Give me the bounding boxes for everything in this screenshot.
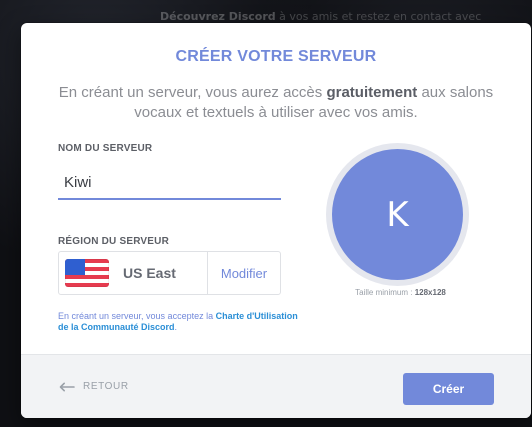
min-size-prefix: Taille minimum :: [355, 288, 415, 297]
modal-title: CRÉER VOTRE SERVEUR: [175, 48, 377, 65]
terms-text: En créant un serveur, vous acceptez la C…: [58, 311, 298, 333]
modal-footer: RETOUR Créer: [21, 354, 531, 418]
min-size-value: 128x128: [414, 288, 446, 297]
create-server-modal: CRÉER VOTRE SERVEUR En créant un serveur…: [21, 23, 531, 418]
terms-prefix: En créant un serveur, vous acceptez la: [58, 311, 216, 321]
back-button-label: RETOUR: [83, 381, 129, 392]
region-name: US East: [123, 265, 176, 281]
create-server-button[interactable]: Créer: [403, 373, 494, 405]
terms-suffix: .: [174, 322, 178, 332]
server-name-input[interactable]: [58, 166, 281, 200]
background-banner-bold: Découvrez Discord: [160, 10, 276, 23]
server-region-label: RÉGION DU SERVEUR: [58, 236, 170, 247]
back-button[interactable]: RETOUR: [59, 381, 129, 392]
arrow-left-icon: [59, 382, 75, 392]
icon-min-size-hint: Taille minimum : 128x128: [339, 288, 462, 297]
us-flag-icon: [65, 259, 109, 287]
server-icon-upload[interactable]: K: [326, 143, 469, 286]
subtitle-bold: gratuitement: [326, 84, 418, 101]
region-current: US East: [59, 252, 207, 294]
subtitle-prefix: En créant un serveur, vous aurez accès: [58, 84, 327, 101]
modify-region-button[interactable]: Modifier: [208, 252, 280, 294]
server-icon-avatar[interactable]: K: [332, 149, 463, 280]
server-region-selector: US East Modifier: [58, 251, 281, 295]
background-banner-text: à vos amis et restez en contact avec: [275, 10, 482, 23]
modal-subtitle: En créant un serveur, vous aurez accès g…: [49, 83, 503, 123]
server-name-label: NOM DU SERVEUR: [58, 143, 153, 154]
